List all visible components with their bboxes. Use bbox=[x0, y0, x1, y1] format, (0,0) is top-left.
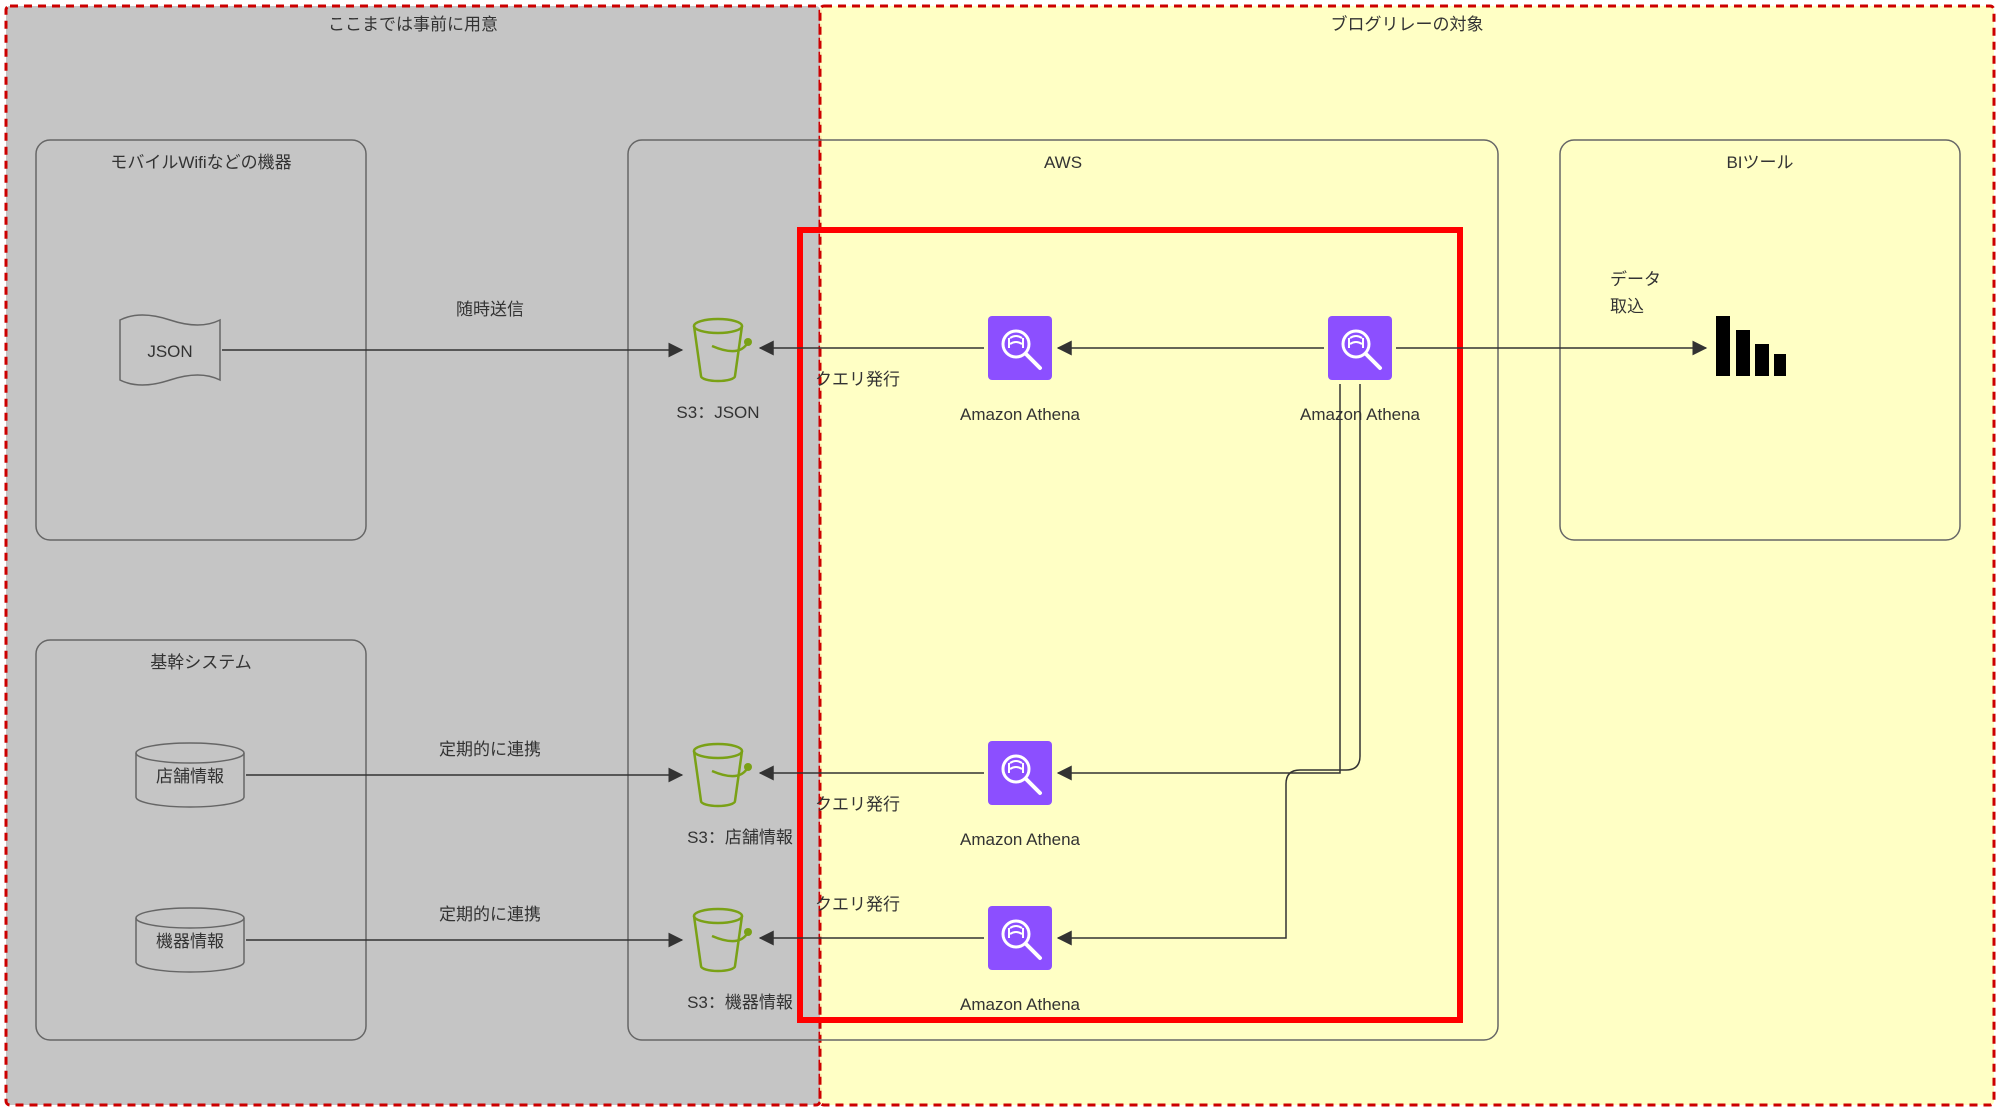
group-devices-label: モバイルWifiなどの機器 bbox=[110, 153, 291, 172]
edge-label-send: 随時送信 bbox=[456, 300, 524, 319]
edge-label-ingest-2: 取込 bbox=[1610, 297, 1644, 316]
group-bi-label: BIツール bbox=[1726, 153, 1793, 172]
node-athena-store-label: Amazon Athena bbox=[960, 830, 1081, 849]
node-json-doc-label: JSON bbox=[147, 342, 192, 361]
node-s3-device-label: S3：機器情報 bbox=[687, 993, 793, 1012]
node-db-device-label: 機器情報 bbox=[156, 932, 224, 951]
edge-label-q-store: クエリ発行 bbox=[815, 795, 900, 814]
group-aws-label: AWS bbox=[1044, 153, 1082, 172]
node-s3-store-label: S3：店舗情報 bbox=[687, 828, 793, 847]
edge-label-sync1: 定期的に連携 bbox=[439, 740, 541, 759]
node-db-store-label: 店舗情報 bbox=[156, 767, 224, 786]
zone-right-title: ブログリレーの対象 bbox=[1331, 14, 1484, 34]
edge-label-ingest-1: データ bbox=[1610, 269, 1661, 289]
zone-left-title: ここまでは事前に用意 bbox=[328, 15, 498, 34]
edge-label-q-json: クエリ発行 bbox=[815, 370, 900, 389]
node-athena-json-label: Amazon Athena bbox=[960, 405, 1081, 424]
edge-label-sync2: 定期的に連携 bbox=[439, 905, 541, 924]
node-s3-json-label: S3：JSON bbox=[676, 403, 759, 422]
group-core-label: 基幹システム bbox=[150, 652, 252, 672]
edge-label-q-device: クエリ発行 bbox=[815, 895, 900, 914]
node-athena-device-label: Amazon Athena bbox=[960, 995, 1081, 1014]
